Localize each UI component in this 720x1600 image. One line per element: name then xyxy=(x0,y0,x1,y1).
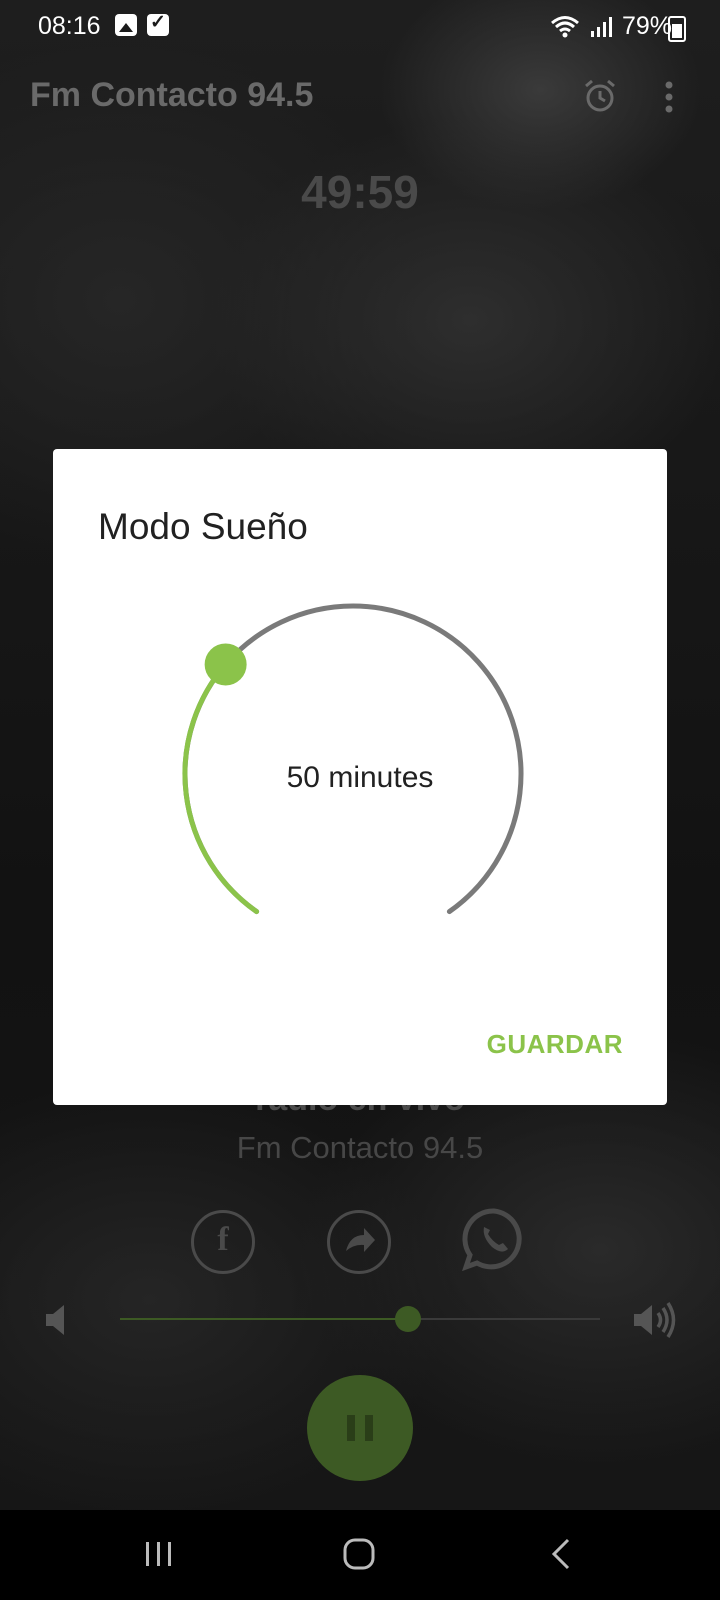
dial-value: 50 minutes xyxy=(286,761,434,794)
facebook-icon[interactable]: f xyxy=(191,1210,255,1274)
signal-icon xyxy=(590,16,612,37)
sleep-countdown: 49:59 xyxy=(301,166,419,218)
status-bar: 08:16 79% xyxy=(0,0,720,54)
alarm-icon[interactable] xyxy=(582,78,618,114)
navigation-bar xyxy=(0,1510,720,1600)
volume-row xyxy=(0,1300,720,1340)
sleep-mode-dialog: Modo Sueño 50 minutes GUARDAR xyxy=(53,449,667,1105)
app-title: Fm Contacto 94.5 xyxy=(30,76,314,114)
volume-slider-fill xyxy=(120,1318,408,1320)
recent-apps-icon[interactable] xyxy=(143,1538,175,1570)
whatsapp-icon[interactable] xyxy=(462,1207,526,1271)
image-notification-icon xyxy=(115,14,137,36)
volume-slider[interactable] xyxy=(120,1306,600,1332)
track-subtitle: Fm Contacto 94.5 xyxy=(236,1130,484,1165)
app-bar: Fm Contacto 94.5 xyxy=(0,70,720,130)
battery-percent: 79% xyxy=(621,12,672,40)
share-row: f xyxy=(0,1207,720,1274)
pause-button[interactable] xyxy=(307,1375,413,1481)
more-vert-icon[interactable] xyxy=(663,80,675,116)
check-notification-icon xyxy=(147,11,169,36)
volume-slider-thumb[interactable] xyxy=(395,1306,421,1332)
volume-high-icon[interactable] xyxy=(632,1301,680,1339)
back-icon[interactable] xyxy=(548,1536,576,1572)
volume-low-icon[interactable] xyxy=(44,1303,70,1337)
battery-icon xyxy=(668,16,686,42)
dial-thumb[interactable] xyxy=(204,643,247,686)
save-button[interactable]: GUARDAR xyxy=(487,1029,623,1060)
wifi-icon xyxy=(550,15,579,37)
home-icon[interactable] xyxy=(342,1536,378,1572)
share-icon[interactable] xyxy=(327,1210,391,1274)
pause-icon xyxy=(347,1415,355,1441)
status-time: 08:16 xyxy=(38,12,101,40)
